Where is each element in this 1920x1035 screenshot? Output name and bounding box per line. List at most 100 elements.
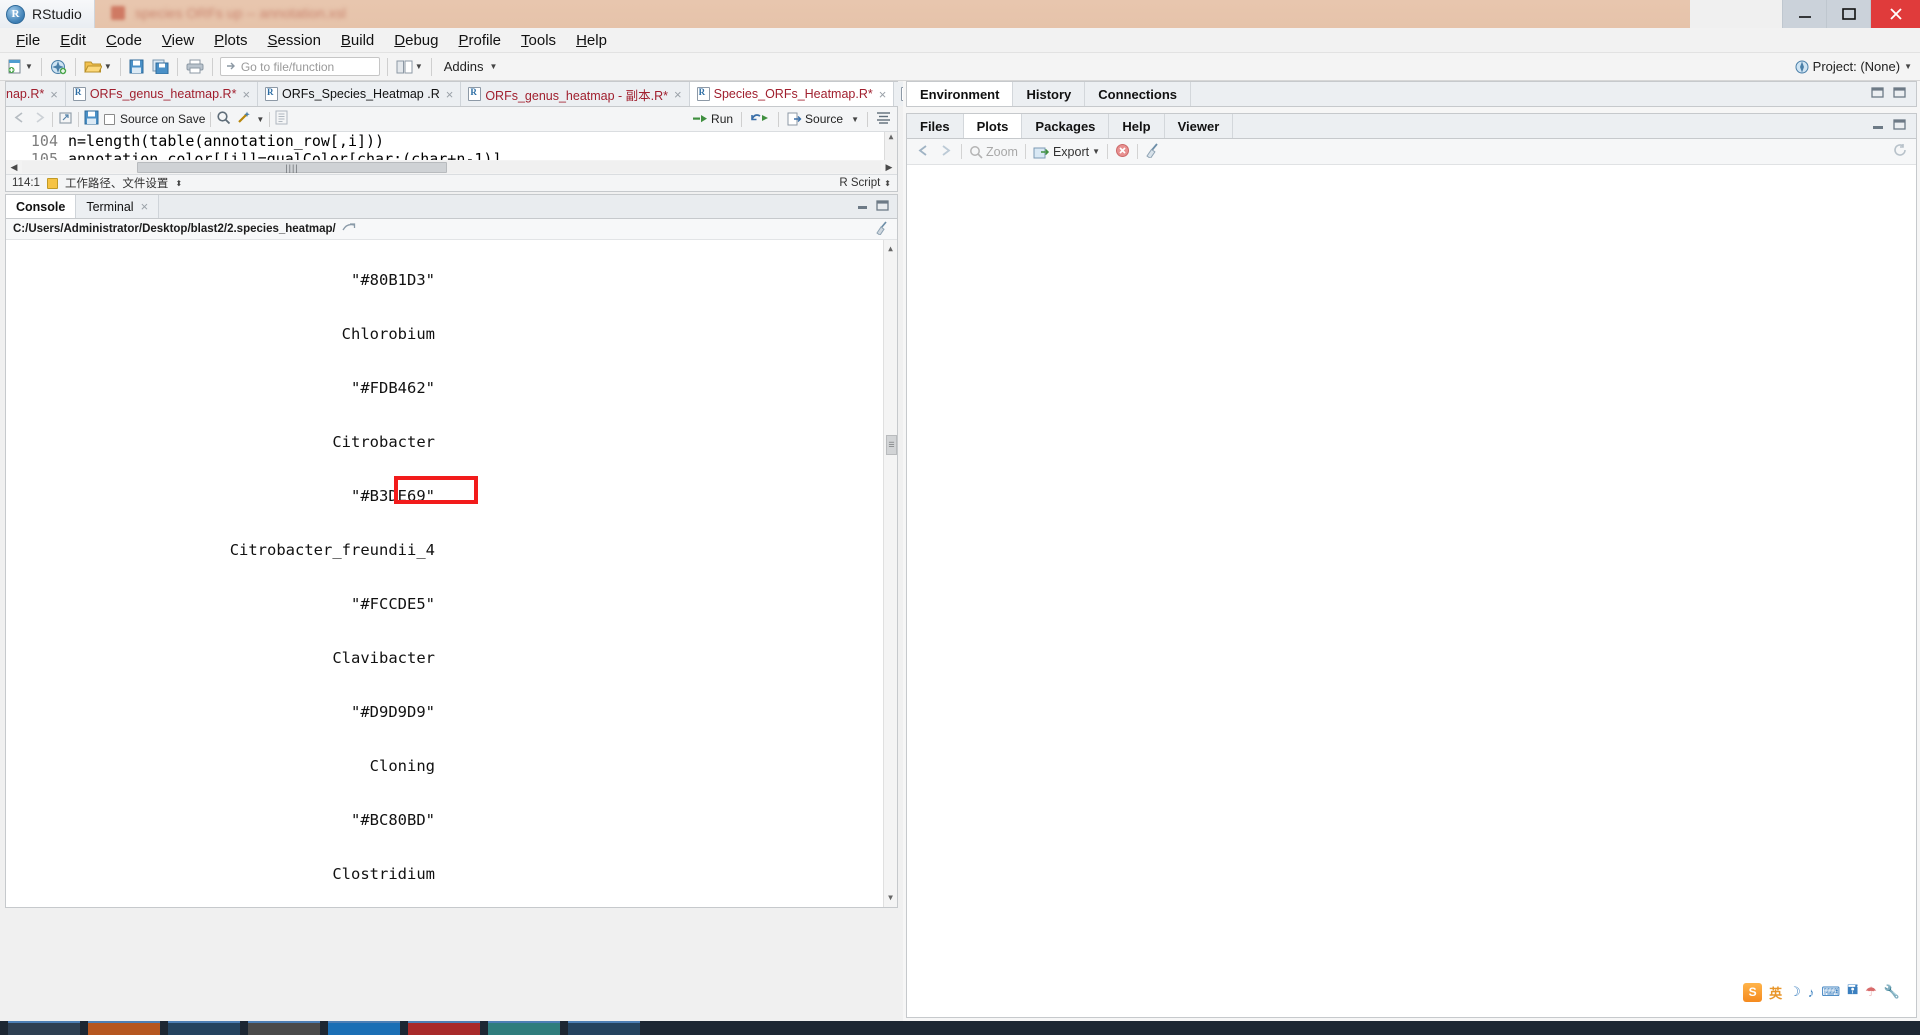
scroll-up-arrow-icon[interactable]: ▲	[885, 132, 897, 141]
menu-item-debug[interactable]: Debug	[384, 30, 448, 51]
zoom-button[interactable]: Zoom	[969, 145, 1018, 159]
menu-item-build[interactable]: Build	[331, 30, 384, 51]
open-file-button[interactable]: ▼	[80, 57, 116, 76]
forward-arrow-icon[interactable]	[938, 144, 954, 160]
hscroll-track[interactable]: ||||	[22, 161, 881, 173]
minimize-pane-icon[interactable]	[1871, 86, 1885, 102]
minimize-pane-icon[interactable]	[1871, 119, 1885, 134]
umbrella-icon[interactable]: ☂	[1865, 984, 1877, 1000]
menu-item-view[interactable]: View	[152, 30, 204, 51]
minimize-button[interactable]	[1782, 0, 1826, 28]
menu-item-plots[interactable]: Plots	[204, 30, 257, 51]
menu-item-edit[interactable]: Edit	[50, 30, 96, 51]
addins-button[interactable]: Addins ▼	[436, 57, 502, 76]
taskbar-item[interactable]	[408, 1021, 480, 1035]
clear-console-icon[interactable]	[875, 220, 890, 238]
refresh-icon[interactable]	[1892, 143, 1908, 160]
maximize-pane-icon[interactable]	[1893, 118, 1907, 134]
console-scroll-thumb[interactable]: ☰	[886, 435, 897, 455]
run-button[interactable]: Run	[692, 112, 733, 126]
close-icon[interactable]: ×	[674, 87, 682, 102]
console-output[interactable]: "#80B1D3" Chlorobium "#FDB462" Citrobact…	[6, 240, 897, 907]
updown-chevron-icon[interactable]: ⬍	[175, 179, 182, 188]
tab-environment[interactable]: Environment	[907, 82, 1014, 106]
document-settings-icon[interactable]	[46, 177, 58, 189]
close-icon[interactable]: ×	[879, 87, 887, 102]
menu-item-tools[interactable]: Tools	[511, 30, 566, 51]
show-in-new-window-icon[interactable]	[58, 111, 73, 128]
maximize-pane-icon[interactable]	[876, 199, 889, 214]
chevron-down-icon[interactable]: ▼	[256, 115, 264, 124]
close-icon[interactable]: ×	[446, 87, 454, 102]
wrench-icon[interactable]: 🔧	[1884, 984, 1900, 1000]
tab-console[interactable]: Console	[6, 195, 77, 218]
tools-icon[interactable]: 🖬	[1847, 981, 1858, 1003]
scroll-left-arrow-icon[interactable]: ◀	[6, 162, 22, 173]
chevron-down-icon[interactable]: ▼	[851, 115, 859, 124]
back-arrow-icon[interactable]	[915, 144, 931, 160]
source-tab-4[interactable]: Species_ORFs_Heatmap.R* ×	[689, 82, 895, 106]
source-on-save-checkbox[interactable]	[104, 113, 115, 125]
save-all-button[interactable]	[148, 57, 173, 76]
tab-terminal[interactable]: Terminal ×	[76, 195, 160, 218]
tab-files[interactable]: Files	[907, 114, 964, 138]
source-button[interactable]: Source	[787, 112, 843, 126]
magnifier-icon[interactable]	[216, 110, 231, 128]
menu-item-help[interactable]: Help	[566, 30, 617, 51]
minimize-pane-icon[interactable]	[856, 200, 869, 214]
working-directory-path[interactable]: C:/Users/Administrator/Desktop/blast2/2.…	[13, 223, 336, 235]
editor-horizontal-scrollbar[interactable]: ◀ |||| ▶	[6, 160, 897, 174]
moon-icon[interactable]: ☽	[1789, 984, 1801, 1000]
save-button[interactable]	[125, 57, 148, 76]
forward-arrow-icon[interactable]	[32, 111, 47, 127]
document-outline-icon[interactable]	[876, 111, 891, 127]
project-selector[interactable]: Project: (None) ▼	[1795, 59, 1920, 74]
print-button[interactable]	[182, 57, 208, 76]
new-project-button[interactable]	[46, 57, 71, 77]
new-file-button[interactable]: ▼	[3, 57, 37, 77]
menu-item-file[interactable]: File	[6, 30, 50, 51]
menu-item-code[interactable]: Code	[96, 30, 152, 51]
source-tab-3[interactable]: ORFs_genus_heatmap - 副本.R* ×	[461, 82, 690, 106]
taskbar-item[interactable]	[8, 1021, 80, 1035]
keyboard-icon[interactable]: ⌨	[1821, 984, 1840, 1000]
workspace-path-label[interactable]: 工作路径、文件设置	[65, 175, 169, 191]
taskbar-item[interactable]	[328, 1021, 400, 1035]
tab-packages[interactable]: Packages	[1022, 114, 1110, 138]
ime-mode-label[interactable]: 英	[1769, 983, 1782, 1002]
close-icon[interactable]: ×	[242, 87, 250, 102]
sogou-logo-icon[interactable]: S	[1743, 982, 1763, 1002]
rerun-icon[interactable]	[750, 111, 770, 127]
close-icon[interactable]: ×	[50, 87, 58, 102]
scroll-down-arrow-icon[interactable]: ▼	[884, 889, 897, 907]
taskbar-item[interactable]	[568, 1021, 640, 1035]
file-type-selector[interactable]: R Script ⬍	[839, 177, 891, 189]
taskbar-item[interactable]	[168, 1021, 240, 1035]
remove-plot-icon[interactable]	[1115, 143, 1130, 161]
source-tab-2[interactable]: ORFs_Species_Heatmap .R ×	[258, 82, 462, 106]
export-button[interactable]: Export ▼	[1033, 145, 1100, 159]
source-tab-0[interactable]: nap.R* ×	[6, 82, 66, 106]
tab-viewer[interactable]: Viewer	[1165, 114, 1234, 138]
tab-connections[interactable]: Connections	[1085, 82, 1191, 106]
console-vertical-scrollbar[interactable]: ▲ ☰ ▼	[883, 240, 897, 907]
show-folder-icon[interactable]	[342, 222, 356, 236]
taskbar-item[interactable]	[248, 1021, 320, 1035]
hscroll-thumb[interactable]: ||||	[137, 162, 447, 173]
taskbar-item[interactable]	[88, 1021, 160, 1035]
close-button[interactable]	[1870, 0, 1920, 28]
goto-file-function-input[interactable]: Go to file/function	[219, 57, 380, 76]
close-icon[interactable]: ×	[141, 199, 149, 214]
tab-history[interactable]: History	[1013, 82, 1086, 106]
tab-help[interactable]: Help	[1109, 114, 1165, 138]
broom-icon[interactable]	[1145, 142, 1161, 161]
maximize-button[interactable]	[1826, 0, 1870, 28]
compile-report-icon[interactable]	[275, 110, 288, 128]
scroll-up-arrow-icon[interactable]: ▲	[884, 240, 897, 258]
workspace-panes-button[interactable]: ▼	[392, 58, 427, 76]
taskbar-item[interactable]	[488, 1021, 560, 1035]
menu-item-session[interactable]: Session	[258, 30, 331, 51]
menu-item-profile[interactable]: Profile	[449, 30, 512, 51]
magic-wand-icon[interactable]	[236, 110, 251, 128]
tab-plots[interactable]: Plots	[963, 114, 1023, 138]
